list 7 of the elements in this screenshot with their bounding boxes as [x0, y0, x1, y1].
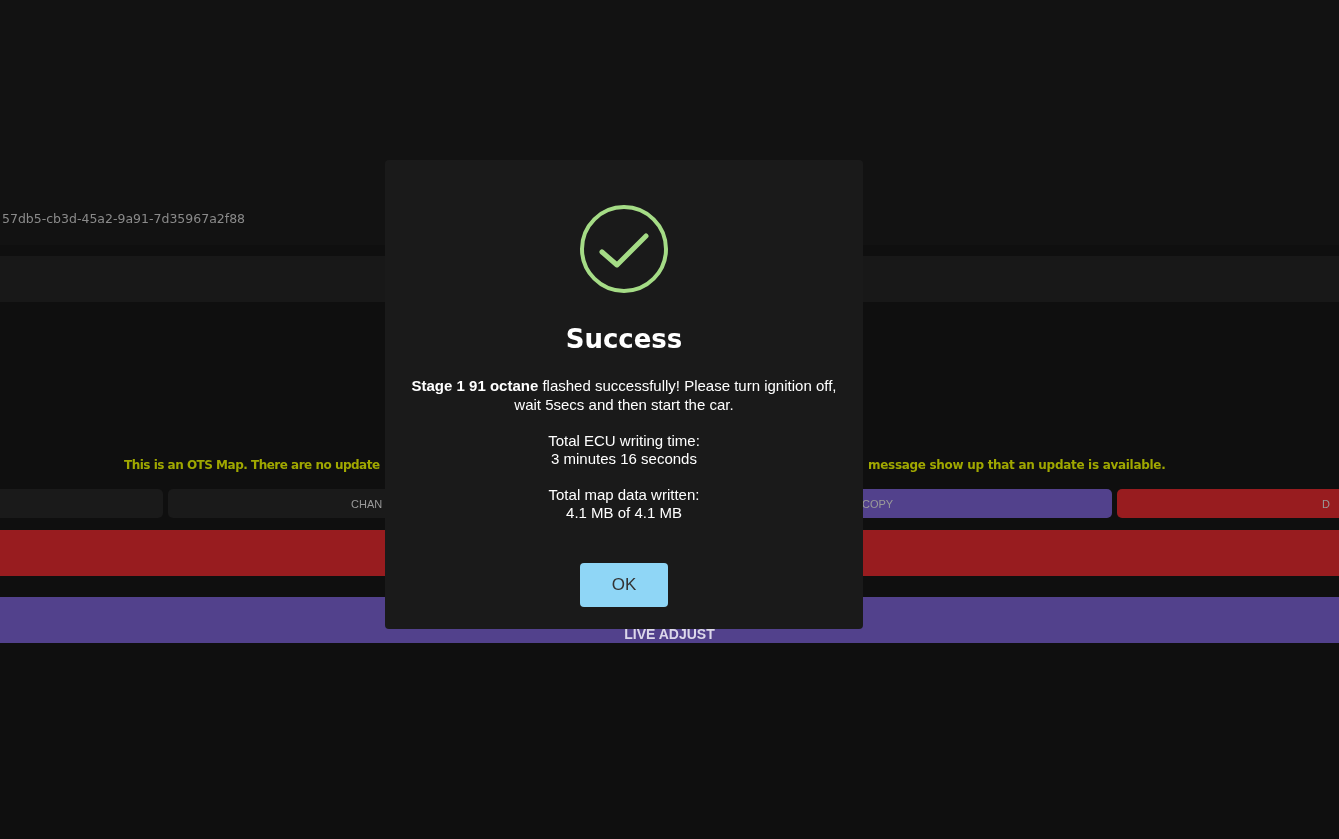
stat-label: Total ECU writing time:: [548, 432, 700, 450]
dialog-message: Stage 1 91 octane flashed successfully! Please turn ignition off, wait 5secs and then start the car.: [410, 376, 838, 414]
notice-text: This is an OTS Map. There are no update: [124, 458, 380, 472]
notice-text: message show up that an update is available.: [868, 458, 1166, 472]
dialog-title: Success: [565, 324, 683, 354]
map-id: 57db5-cb3d-45a2-9a91-7d35967a2f88: [1, 211, 246, 226]
stat-value: 3 minutes 16 seconds: [550, 450, 698, 468]
